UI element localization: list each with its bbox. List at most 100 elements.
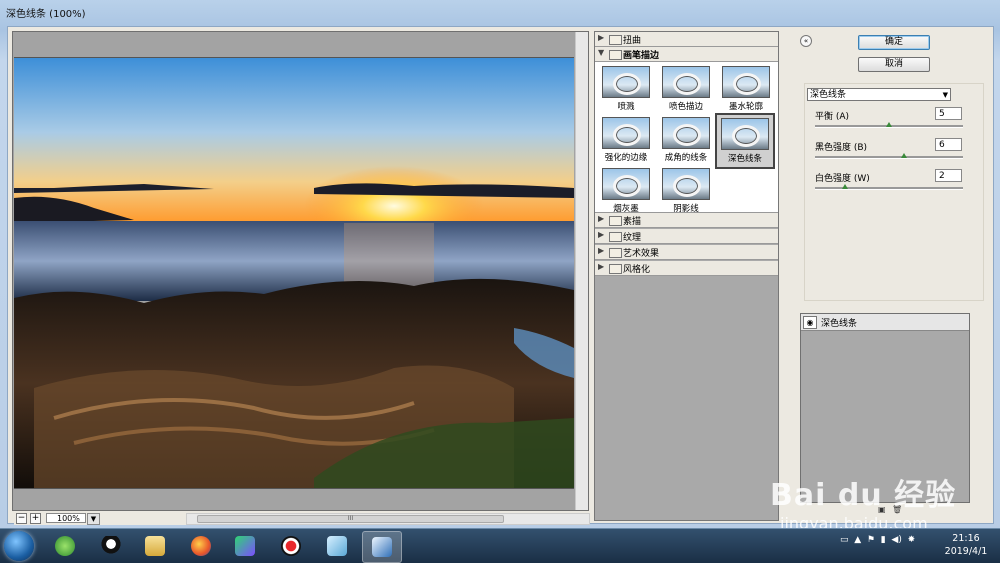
filter-sprayed-strokes[interactable]: 喷色描边 [661,66,711,116]
filter-spatter[interactable]: 喷溅 [601,66,651,116]
filter-category-tree: ▶ 扭曲 ▼ 画笔描边 喷溅 喷色描边 墨水轮廓 强化的边缘 成角的线条 深色线… [594,31,779,521]
taskbar-qq[interactable] [92,531,130,561]
taskbar: ▭ ▲ ⚑ ▮ ◀) ✸ 21:16 2019/4/1 [0,528,1000,563]
browser-360-icon [55,536,75,556]
filter-thumbnail-image [662,117,710,149]
folder-icon [609,248,622,258]
action-center-icon[interactable]: ⚑ [867,535,875,545]
feather-icon [372,537,392,557]
param-value-input[interactable]: 2 [935,169,962,182]
preview-footer: − + 100% ▼ III [14,511,590,525]
volume-icon[interactable]: ◀) [891,535,901,545]
taskbar-recorder[interactable] [272,531,310,561]
filter-dark-strokes[interactable]: 深色线条 [715,113,775,169]
tray-arrow-icon[interactable]: ▲ [854,535,861,545]
filter-label: 强化的边缘 [604,153,648,163]
system-tray: ▭ ▲ ⚑ ▮ ◀) ✸ [840,535,915,545]
expand-arrow-icon[interactable]: ▶ [598,230,604,239]
filter-thumbnails: 喷溅 喷色描边 墨水轮廓 强化的边缘 成角的线条 深色线条 烟灰墨 阴影线 [595,62,778,214]
keyboard-icon[interactable]: ▭ [840,535,849,545]
param-slider-knob[interactable] [901,153,907,158]
expand-arrow-icon[interactable]: ▶ [598,214,604,223]
firefox-icon [191,536,211,556]
ok-button[interactable]: 确定 [858,35,930,50]
filter-select-value: 深色线条 [810,90,847,100]
category-label: 素描 [623,217,642,227]
cancel-button[interactable]: 取消 [858,57,930,72]
effect-layers-list: ◉ 深色线条 [800,313,970,503]
taskbar-explorer[interactable] [136,531,174,561]
filter-thumbnail-image [662,168,710,200]
category-texture[interactable]: ▶ 纹理 [595,229,778,244]
category-stylize[interactable]: ▶ 风格化 [595,261,778,276]
taskbar-media-player[interactable] [226,531,264,561]
folder-icon [609,264,622,274]
network-icon[interactable]: ▮ [881,535,886,545]
param-label: 平衡 (A) [815,112,850,122]
category-artistic[interactable]: ▶ 艺术效果 [595,245,778,260]
category-label: 扭曲 [623,36,642,46]
param-slider-knob[interactable] [842,184,848,189]
preview-image[interactable] [14,57,574,489]
folder-icon [145,536,165,556]
param-slider-track[interactable] [815,187,963,190]
preview-vertical-scrollbar[interactable] [575,32,588,510]
effect-layer-label: 深色线条 [821,319,858,329]
category-distort[interactable]: ▶ 扭曲 [595,32,778,47]
filter-thumbnail-image [722,66,770,98]
start-orb-icon[interactable] [4,531,34,561]
folder-icon [609,35,622,45]
category-brush-strokes[interactable]: ▼ 画笔描边 [595,47,778,62]
preview-horizontal-scrollbar[interactable]: III [186,513,590,525]
zoom-level-field[interactable]: 100% [46,513,86,523]
expand-arrow-icon[interactable]: ▶ [598,262,604,271]
scroll-thumb[interactable]: III [197,515,504,523]
filter-sumi-e[interactable]: 烟灰墨 [601,168,651,218]
folder-icon [609,216,622,226]
taskbar-firefox[interactable] [182,531,220,561]
param-slider-track[interactable] [815,156,963,159]
zoom-dropdown-arrow-icon[interactable]: ▼ [87,513,100,525]
expand-arrow-icon[interactable]: ▶ [598,33,604,42]
filter-label: 成角的线条 [664,153,708,163]
taskbar-dialog-app[interactable] [318,531,356,561]
collapse-gallery-icon[interactable]: « [800,35,812,47]
new-effect-layer-icon[interactable]: ▣ [878,505,886,514]
filter-ink-outlines[interactable]: 墨水轮廓 [721,66,771,116]
clock-time: 21:16 [952,533,980,544]
filter-thumbnail-image [602,117,650,149]
param-slider-knob[interactable] [886,122,892,127]
filter-thumbnail-image [602,168,650,200]
clock[interactable]: 21:16 2019/4/1 [938,532,994,558]
expand-arrow-icon[interactable]: ▶ [598,246,604,255]
clock-date: 2019/4/1 [944,546,988,557]
param-value-input[interactable]: 6 [935,138,962,151]
zoom-out-button[interactable]: − [16,513,27,524]
zoom-in-button[interactable]: + [30,513,41,524]
filter-gallery-window: 深色线条 (100%) − + 100% ▼ III ▶ 扭曲 ▼ 画笔描边 喷… [0,0,1000,528]
filter-thumbnail-image [721,118,769,150]
preview-pane[interactable]: − + 100% ▼ III [12,31,590,525]
dialog-client: − + 100% ▼ III ▶ 扭曲 ▼ 画笔描边 喷溅 喷色描边 墨水轮廓 … [7,26,994,525]
folder-icon [609,232,622,242]
category-label: 纹理 [623,233,642,243]
settings-panel: « 确定 取消 深色线条 ▼ 平衡 (A) 5 黑色强度 (B) 6 白色强度 … [796,31,988,519]
filter-crosshatch[interactable]: 阴影线 [661,168,711,218]
filter-angled-strokes[interactable]: 成角的线条 [661,117,711,167]
collapse-arrow-icon[interactable]: ▼ [598,48,604,57]
category-sketch[interactable]: ▶ 素描 [595,213,778,228]
update-icon[interactable]: ✸ [908,535,916,545]
record-icon [281,536,301,556]
folder-icon [609,50,622,60]
window-title: 深色线条 (100%) [6,9,86,20]
taskbar-360-browser[interactable] [46,531,84,561]
eye-icon[interactable]: ◉ [803,316,817,329]
category-label: 艺术效果 [623,249,660,259]
dialog-app-icon [327,536,347,556]
param-value-input[interactable]: 5 [935,107,962,120]
effect-layer-row[interactable]: ◉ 深色线条 [801,314,969,331]
filter-select[interactable]: 深色线条 ▼ [807,88,951,101]
taskbar-photoshop[interactable] [362,531,402,563]
filter-accented-edges[interactable]: 强化的边缘 [601,117,651,167]
delete-effect-layer-icon[interactable]: 🗑 [892,505,902,514]
